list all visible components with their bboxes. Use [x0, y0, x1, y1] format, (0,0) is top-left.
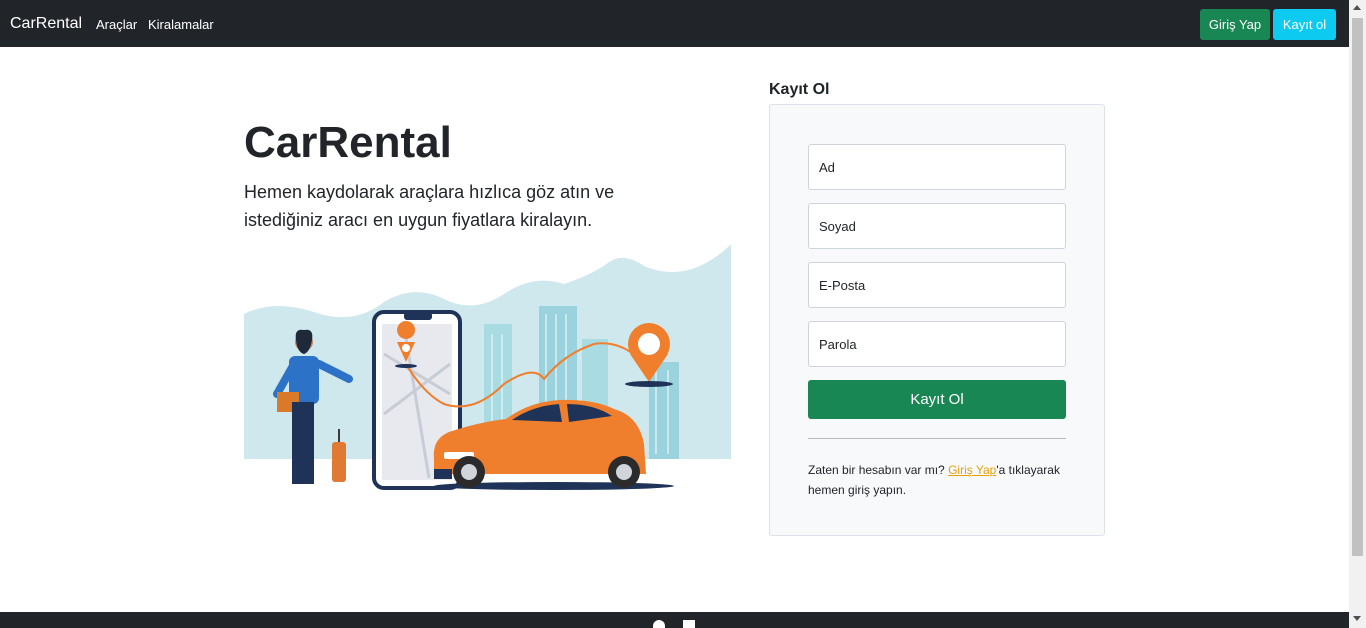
nav-link-araclar[interactable]: Araçlar	[96, 17, 137, 32]
register-button[interactable]: Kayıt ol	[1273, 9, 1336, 40]
login-button[interactable]: Giriş Yap	[1200, 9, 1270, 40]
register-heading: Kayıt Ol	[769, 81, 830, 98]
scrollbar[interactable]	[1349, 0, 1366, 628]
login-link[interactable]: Giriş Yap	[948, 463, 996, 477]
top-navbar: CarRental Araçlar Kiralamalar Giriş Yap …	[0, 0, 1349, 47]
car-rental-illustration	[244, 244, 731, 490]
register-card: Kayıt Ol Zaten bir hesabın var mı? Giriş…	[769, 104, 1105, 536]
divider	[808, 438, 1066, 439]
linkedin-icon[interactable]	[683, 620, 695, 628]
password-input[interactable]	[808, 321, 1066, 367]
submit-register-button[interactable]: Kayıt Ol	[808, 380, 1066, 419]
scroll-up-arrow-icon[interactable]	[1353, 5, 1361, 10]
hero-description: Hemen kaydolarak araçlara hızlıca göz at…	[244, 182, 615, 230]
page-footer	[0, 612, 1349, 628]
hero-title: CarRental	[244, 118, 452, 167]
last-name-input[interactable]	[808, 203, 1066, 249]
scroll-down-arrow-icon[interactable]	[1353, 616, 1361, 621]
login-prompt: Zaten bir hesabın var mı? Giriş Yap'a tı…	[808, 460, 1066, 500]
scroll-thumb[interactable]	[1352, 18, 1363, 556]
nav-link-kiralamalar[interactable]: Kiralamalar	[148, 17, 214, 32]
first-name-input[interactable]	[808, 144, 1066, 190]
navbar-brand[interactable]: CarRental	[10, 15, 82, 33]
email-input[interactable]	[808, 262, 1066, 308]
login-prompt-text: Zaten bir hesabın var mı?	[808, 463, 949, 477]
github-icon[interactable]	[653, 620, 665, 628]
